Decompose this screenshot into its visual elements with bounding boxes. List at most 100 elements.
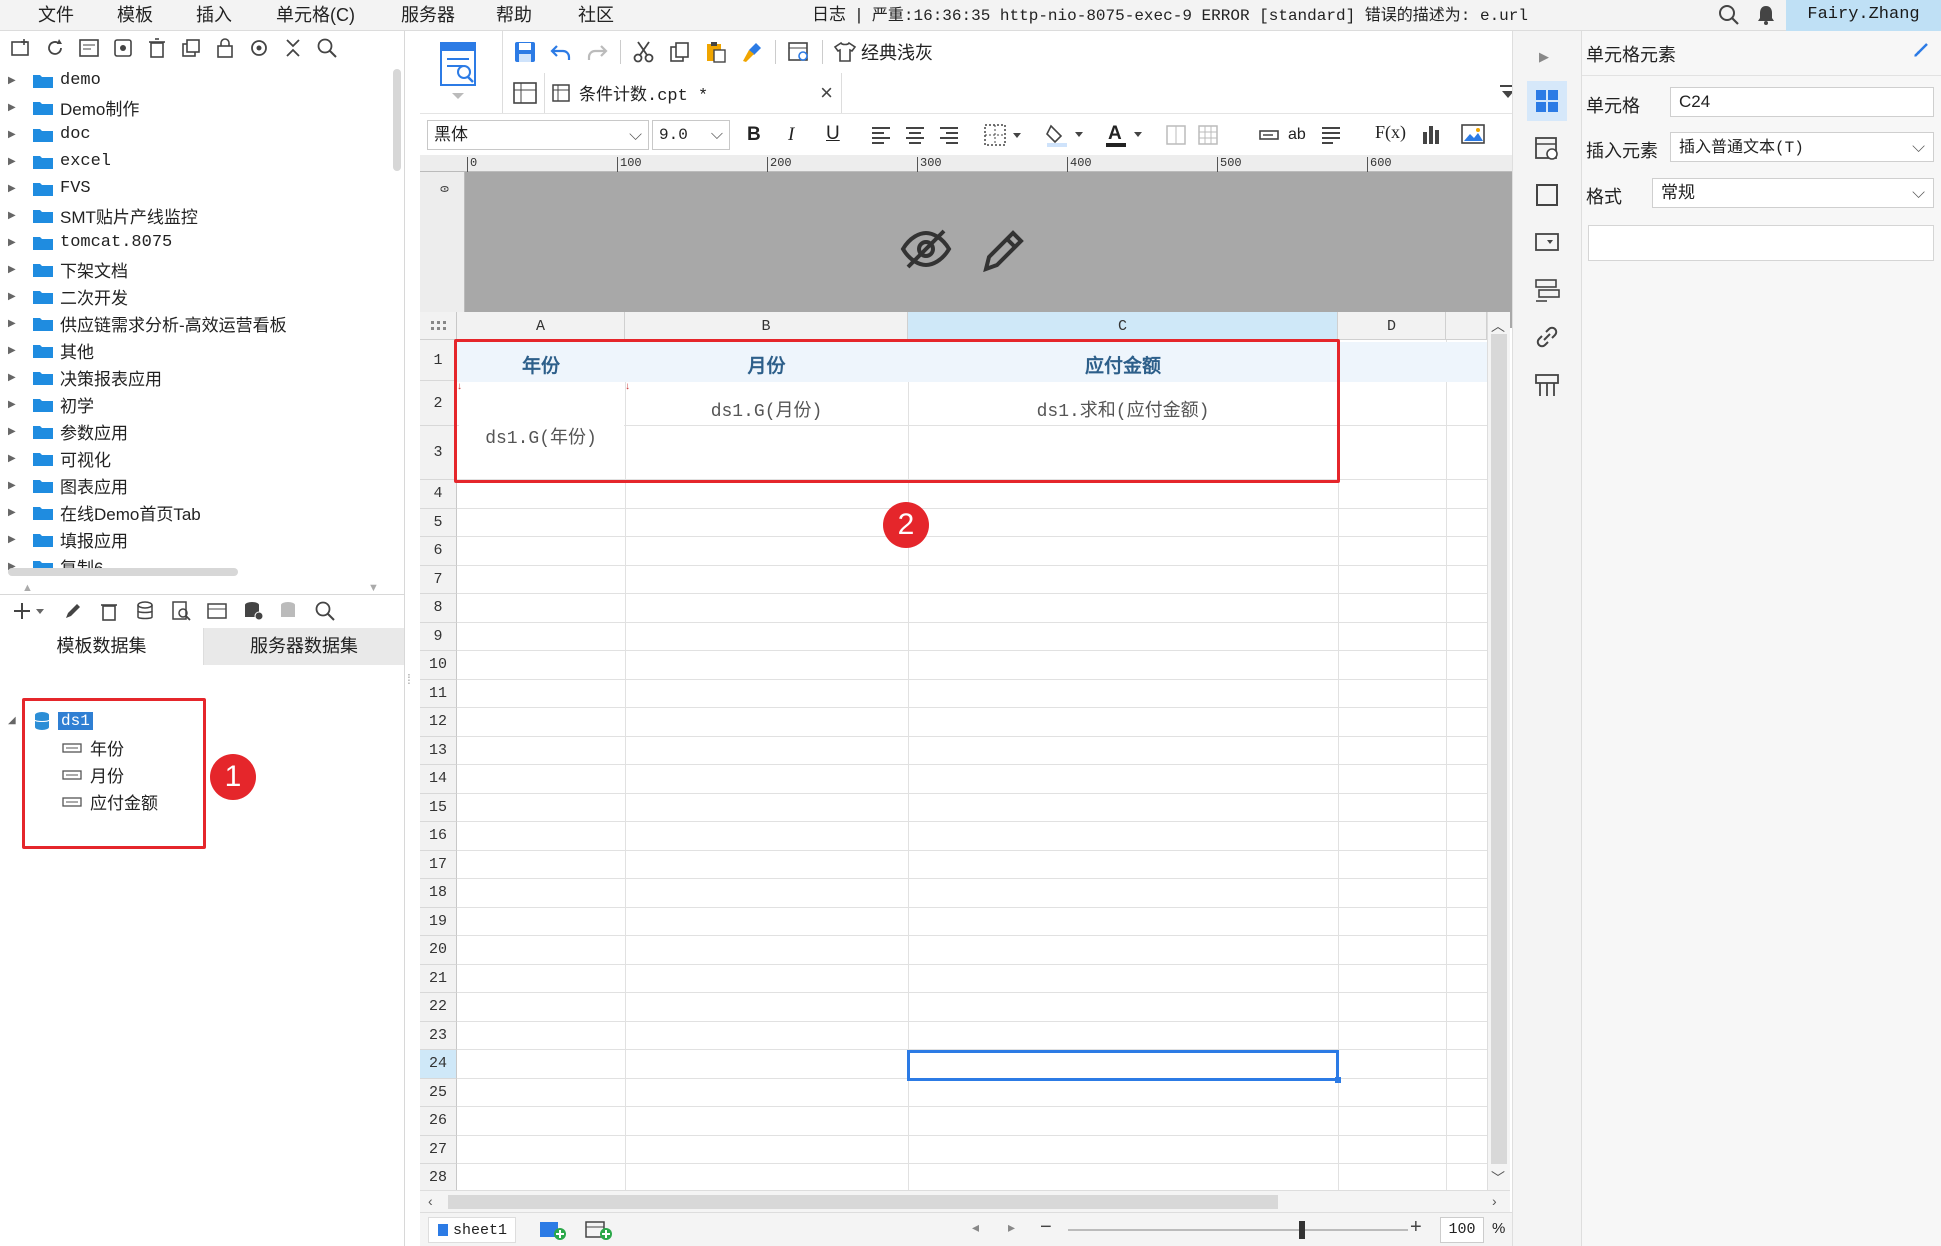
- tree-item[interactable]: ▶ Demo制作: [0, 94, 392, 121]
- row-header[interactable]: 3: [420, 426, 457, 480]
- pin-icon[interactable]: [1912, 41, 1930, 59]
- menu-file[interactable]: 文件: [38, 0, 74, 31]
- row-header[interactable]: 7: [420, 565, 457, 594]
- tree-item[interactable]: ▶ 供应链需求分析-高效运营看板: [0, 310, 392, 337]
- tree-hscrollbar[interactable]: [8, 568, 238, 576]
- font-size-select[interactable]: 9.0 ⌵: [652, 120, 730, 150]
- row-header[interactable]: 17: [420, 850, 457, 879]
- expand-panel-icon[interactable]: ▶: [1539, 49, 1549, 65]
- merge-cells-icon[interactable]: [1165, 124, 1187, 146]
- collapse-up-icon[interactable]: ▲: [22, 582, 33, 594]
- row-header[interactable]: 24: [420, 1050, 457, 1079]
- fill-handle[interactable]: [1335, 1077, 1341, 1083]
- template-params-icon[interactable]: [786, 39, 812, 65]
- undo-icon[interactable]: [548, 39, 574, 65]
- log-bar[interactable]: 日志 | 严重:16:36:35 http-nio-8075-exec-9 ER…: [812, 0, 1528, 31]
- row-header[interactable]: 25: [420, 1078, 457, 1107]
- insert-chart-icon[interactable]: [1420, 122, 1444, 146]
- vscroll-thumb[interactable]: [1491, 334, 1507, 1164]
- row-header[interactable]: 12: [420, 708, 457, 737]
- expand-arrow-icon[interactable]: ▶: [8, 237, 18, 248]
- formula-button[interactable]: F(x): [1375, 122, 1406, 143]
- tree-item[interactable]: ▶ 参数应用: [0, 418, 392, 445]
- expand-arrow-icon[interactable]: ▶: [8, 183, 18, 194]
- expand-arrow-icon[interactable]: ▶: [8, 399, 18, 410]
- tree-item[interactable]: ▶ 二次开发: [0, 283, 392, 310]
- prev-sheet-icon[interactable]: ◂: [972, 1219, 979, 1236]
- insert-textbox-icon[interactable]: [1258, 126, 1280, 144]
- tree-item[interactable]: ▶ FVS: [0, 175, 392, 202]
- row-header[interactable]: 26: [420, 1107, 457, 1136]
- tree-item[interactable]: ▶ 其他: [0, 337, 392, 364]
- hscroll-thumb[interactable]: [448, 1195, 1278, 1209]
- settings-icon[interactable]: [110, 35, 136, 61]
- next-sheet-icon[interactable]: ▸: [1008, 1219, 1015, 1236]
- tree-item[interactable]: ▶ 下架文档: [0, 256, 392, 283]
- tree-item[interactable]: ▶ 填报应用: [0, 526, 392, 553]
- menu-insert[interactable]: 插入: [196, 0, 232, 31]
- tree-item[interactable]: ▶ 决策报表应用: [0, 364, 392, 391]
- insert-element-select[interactable]: 插入普通文本(T) ⌵: [1670, 132, 1934, 162]
- row-header[interactable]: 23: [420, 1021, 457, 1050]
- unmerge-cells-icon[interactable]: [1197, 124, 1219, 146]
- row-header[interactable]: 1: [420, 340, 457, 381]
- row-header[interactable]: 10: [420, 651, 457, 680]
- row-header[interactable]: 4: [420, 480, 457, 509]
- menu-help[interactable]: 帮助: [496, 0, 532, 31]
- tree-item[interactable]: ▶ excel: [0, 148, 392, 175]
- fill-color-icon[interactable]: [1045, 122, 1089, 148]
- widget-icon[interactable]: [1533, 228, 1561, 256]
- selected-cell-c24[interactable]: [907, 1050, 1339, 1081]
- tree-item[interactable]: ▶ doc: [0, 121, 392, 148]
- expand-arrow-icon[interactable]: ▶: [8, 75, 18, 86]
- cut-icon[interactable]: [631, 39, 657, 65]
- scroll-up-icon[interactable]: ︿: [1491, 316, 1505, 336]
- locate-icon[interactable]: [246, 35, 272, 61]
- sheet-vscrollbar[interactable]: ︿ ﹀: [1487, 312, 1510, 1190]
- expand-arrow-icon[interactable]: ▶: [8, 534, 18, 545]
- row-header[interactable]: 18: [420, 879, 457, 908]
- cell-address-input[interactable]: C24: [1670, 87, 1934, 117]
- collapse-down-icon[interactable]: ▼: [368, 582, 379, 594]
- zoom-slider-track[interactable]: [1068, 1229, 1408, 1231]
- zoom-value-input[interactable]: 100: [1440, 1217, 1484, 1243]
- expand-arrow-icon[interactable]: ▶: [8, 426, 18, 437]
- column-header[interactable]: B: [625, 312, 908, 340]
- close-tab-icon[interactable]: ×: [820, 80, 833, 106]
- scroll-left-icon[interactable]: ‹: [428, 1193, 433, 1209]
- expand-arrow-icon[interactable]: ▶: [8, 102, 18, 113]
- scroll-right-icon[interactable]: ›: [1492, 1193, 1497, 1209]
- menu-cell[interactable]: 单元格(C): [276, 0, 355, 31]
- tree-item[interactable]: ▶ tomcat.8075: [0, 229, 392, 256]
- format-select[interactable]: 常规 ⌵: [1652, 178, 1934, 208]
- expand-arrow-icon[interactable]: ▶: [8, 507, 18, 518]
- collapse-icon[interactable]: [280, 35, 306, 61]
- row-header[interactable]: 9: [420, 622, 457, 651]
- edit-dataset-icon[interactable]: [60, 598, 86, 624]
- expand-arrow-icon[interactable]: ▶: [8, 453, 18, 464]
- underline-button[interactable]: U: [826, 123, 840, 145]
- border-icon[interactable]: [983, 123, 1027, 147]
- zoom-out-button[interactable]: −: [1040, 1216, 1052, 1239]
- redo-icon[interactable]: [584, 39, 610, 65]
- tab-template-file[interactable]: 条件计数.cpt * ×: [544, 73, 842, 113]
- expand-arrow-icon[interactable]: ▶: [8, 372, 18, 383]
- report-type-icon[interactable]: [438, 41, 482, 103]
- tree-item[interactable]: ▶ demo: [0, 67, 392, 94]
- font-name-select[interactable]: 黑体 ⌵: [427, 120, 649, 150]
- zoom-slider-thumb[interactable]: [1299, 1221, 1306, 1239]
- column-header[interactable]: D: [1338, 312, 1446, 340]
- italic-button[interactable]: I: [788, 124, 794, 146]
- row-header[interactable]: 15: [420, 793, 457, 822]
- row-header[interactable]: 16: [420, 822, 457, 851]
- add-report-sheet-icon[interactable]: [584, 1219, 614, 1241]
- align-right-icon[interactable]: [938, 124, 960, 146]
- expand-arrow-icon[interactable]: ▶: [8, 318, 18, 329]
- expand-arrow-icon[interactable]: ▶: [8, 345, 18, 356]
- expand-arrow-icon[interactable]: ▶: [8, 156, 18, 167]
- bold-button[interactable]: B: [747, 124, 761, 146]
- select-all-corner[interactable]: [420, 312, 457, 340]
- column-header[interactable]: C: [908, 312, 1338, 340]
- row-header[interactable]: 14: [420, 765, 457, 794]
- lock-icon[interactable]: [212, 35, 238, 61]
